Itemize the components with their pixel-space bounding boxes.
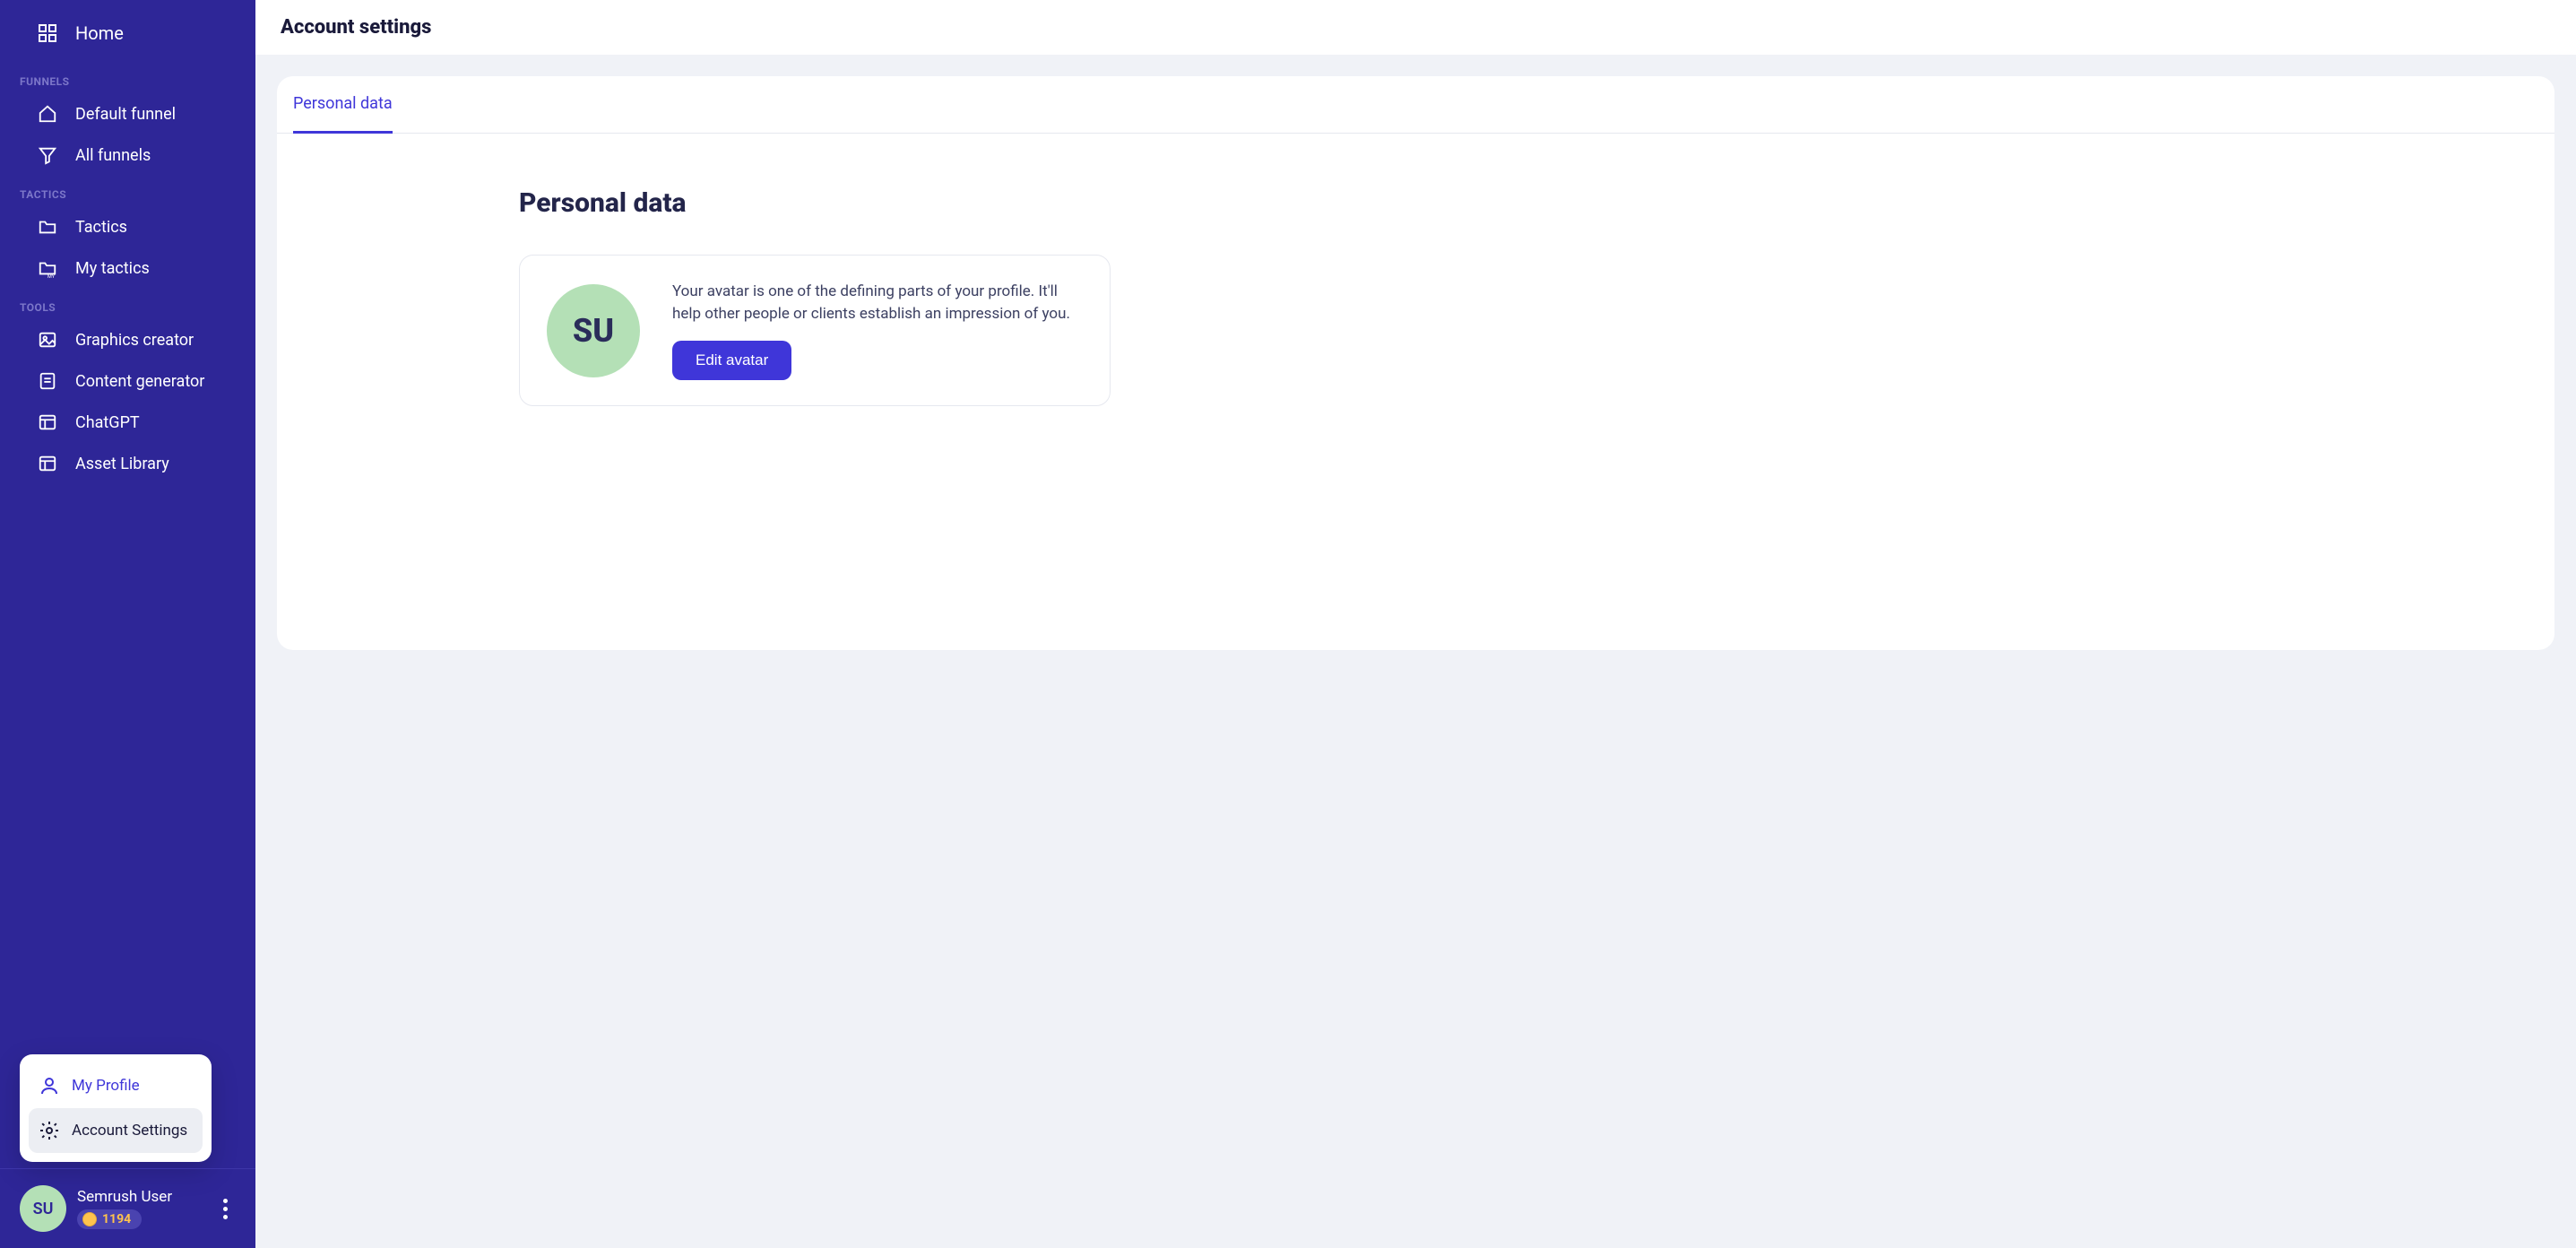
main: Account settings Personal data Personal … xyxy=(255,0,2576,1248)
sidebar-item-label: Asset Library xyxy=(75,455,169,473)
layout-icon xyxy=(36,411,59,434)
gear-icon xyxy=(38,1119,61,1142)
app-root: Home FUNNELS Default funnel All funnels xyxy=(0,0,2576,1248)
edit-avatar-button[interactable]: Edit avatar xyxy=(672,341,791,380)
popup-item-label: My Profile xyxy=(72,1077,140,1095)
sidebar-nav: Home FUNNELS Default funnel All funnels xyxy=(0,0,255,1168)
user-popup-menu: My Profile Account Settings xyxy=(20,1054,212,1162)
document-icon xyxy=(36,369,59,393)
credits-value: 1194 xyxy=(102,1212,131,1226)
user-meta: Semrush User 1194 xyxy=(77,1188,203,1230)
sidebar-item-chatgpt[interactable]: ChatGPT xyxy=(0,402,255,443)
sidebar-item-all-funnels[interactable]: All funnels xyxy=(0,134,255,176)
sidebar-section-tactics: TACTICS xyxy=(0,176,255,206)
tab-personal-data[interactable]: Personal data xyxy=(293,76,393,134)
avatar-card: SU Your avatar is one of the defining pa… xyxy=(519,255,1111,406)
popup-item-account-settings[interactable]: Account Settings xyxy=(29,1108,203,1153)
sidebar-item-label: Home xyxy=(75,22,124,44)
sidebar-item-content-generator[interactable]: Content generator xyxy=(0,360,255,402)
personal-data-panel: Personal data SU Your avatar is one of t… xyxy=(277,134,2554,442)
sidebar-item-home[interactable]: Home xyxy=(0,13,255,54)
sidebar-item-label: Content generator xyxy=(75,372,204,391)
tabs: Personal data xyxy=(277,76,2554,134)
folder-my-icon: MY xyxy=(36,256,59,280)
sidebar-item-label: Default funnel xyxy=(75,105,176,124)
popup-item-my-profile[interactable]: My Profile xyxy=(29,1063,203,1108)
user-row: SU Semrush User 1194 xyxy=(0,1169,255,1248)
image-icon xyxy=(36,328,59,351)
user-avatar[interactable]: SU xyxy=(20,1185,66,1232)
popup-item-label: Account Settings xyxy=(72,1122,187,1140)
panel-title: Personal data xyxy=(519,187,2501,219)
panel-icon xyxy=(36,452,59,475)
sidebar-item-my-tactics[interactable]: MY My tactics xyxy=(0,247,255,289)
sidebar-item-label: My tactics xyxy=(75,259,150,278)
user-name: Semrush User xyxy=(77,1188,203,1206)
sidebar-footer: SU Semrush User 1194 xyxy=(0,1168,255,1248)
home-icon xyxy=(36,102,59,126)
sidebar-item-default-funnel[interactable]: Default funnel xyxy=(0,93,255,134)
page-title: Account settings xyxy=(281,16,2551,39)
sidebar-item-label: All funnels xyxy=(75,146,151,165)
sidebar-item-graphics-creator[interactable]: Graphics creator xyxy=(0,319,255,360)
avatar-card-right: Your avatar is one of the defining parts… xyxy=(672,281,1083,380)
credits-pill[interactable]: 1194 xyxy=(77,1209,142,1229)
sidebar-item-asset-library[interactable]: Asset Library xyxy=(0,443,255,484)
topbar: Account settings xyxy=(255,0,2576,55)
sidebar-item-label: ChatGPT xyxy=(75,413,140,432)
svg-text:MY: MY xyxy=(48,274,56,278)
funnel-icon xyxy=(36,143,59,167)
sidebar-section-tools: TOOLS xyxy=(0,289,255,319)
user-icon xyxy=(38,1074,61,1097)
more-menu-button[interactable] xyxy=(214,1198,236,1219)
sidebar: Home FUNNELS Default funnel All funnels xyxy=(0,0,255,1248)
content-wrap: Personal data Personal data SU Your avat… xyxy=(255,55,2576,1248)
grid-icon xyxy=(36,22,59,45)
profile-avatar: SU xyxy=(547,284,640,377)
sidebar-item-label: Graphics creator xyxy=(75,331,194,350)
sidebar-item-label: Tactics xyxy=(75,218,127,237)
sidebar-section-funnels: FUNNELS xyxy=(0,63,255,93)
avatar-description: Your avatar is one of the defining parts… xyxy=(672,281,1083,325)
settings-card: Personal data Personal data SU Your avat… xyxy=(277,76,2554,650)
coin-icon xyxy=(82,1212,97,1226)
sidebar-item-tactics[interactable]: Tactics xyxy=(0,206,255,247)
folder-icon xyxy=(36,215,59,238)
